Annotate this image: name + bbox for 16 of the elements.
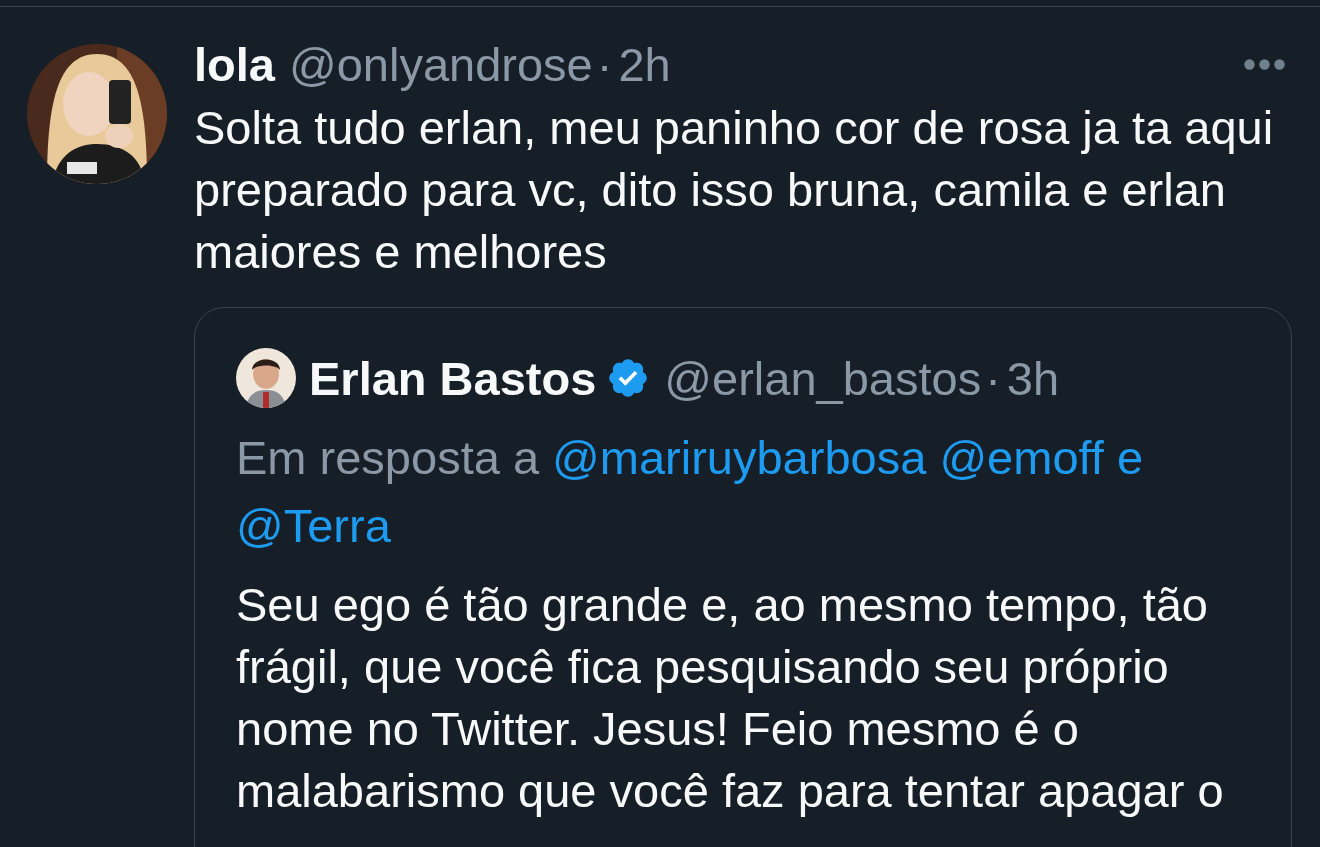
display-name[interactable]: lola	[194, 40, 275, 88]
reply-context: Em resposta a @mariruybarbosa @emoff e @Terra	[236, 430, 1144, 554]
tweet-text: Solta tudo erlan, meu paninho cor de rosa ja ta aqui preparado para vc, dito isso bruna, camila e erlan maiores e melhores	[194, 100, 1275, 280]
quoted-tweet-card[interactable]	[194, 307, 1292, 847]
mention-link[interactable]: @emoff	[939, 431, 1104, 484]
mention-link[interactable]: @mariruybarbosa	[552, 431, 927, 484]
separator: ·	[596, 40, 613, 88]
more-icon[interactable]	[1244, 58, 1285, 70]
timestamp[interactable]: 3h	[1006, 354, 1060, 402]
user-handle[interactable]: @erlan_bastos	[664, 354, 982, 402]
timestamp[interactable]: 2h	[618, 40, 671, 88]
separator: ·	[985, 354, 1001, 402]
mention-link[interactable]: @Terra	[236, 499, 391, 552]
display-name[interactable]: Erlan Bastos	[309, 354, 597, 402]
mention-joiner: e	[1116, 431, 1143, 484]
quoted-tweet-text: Seu ego é tão grande e, ao mesmo tempo, tão frágil, que você fica pesquisando seu próprio nome no Twitter. Jesus! Feio mesmo é o malabarismo que você faz para tentar apagar o	[236, 577, 1225, 819]
